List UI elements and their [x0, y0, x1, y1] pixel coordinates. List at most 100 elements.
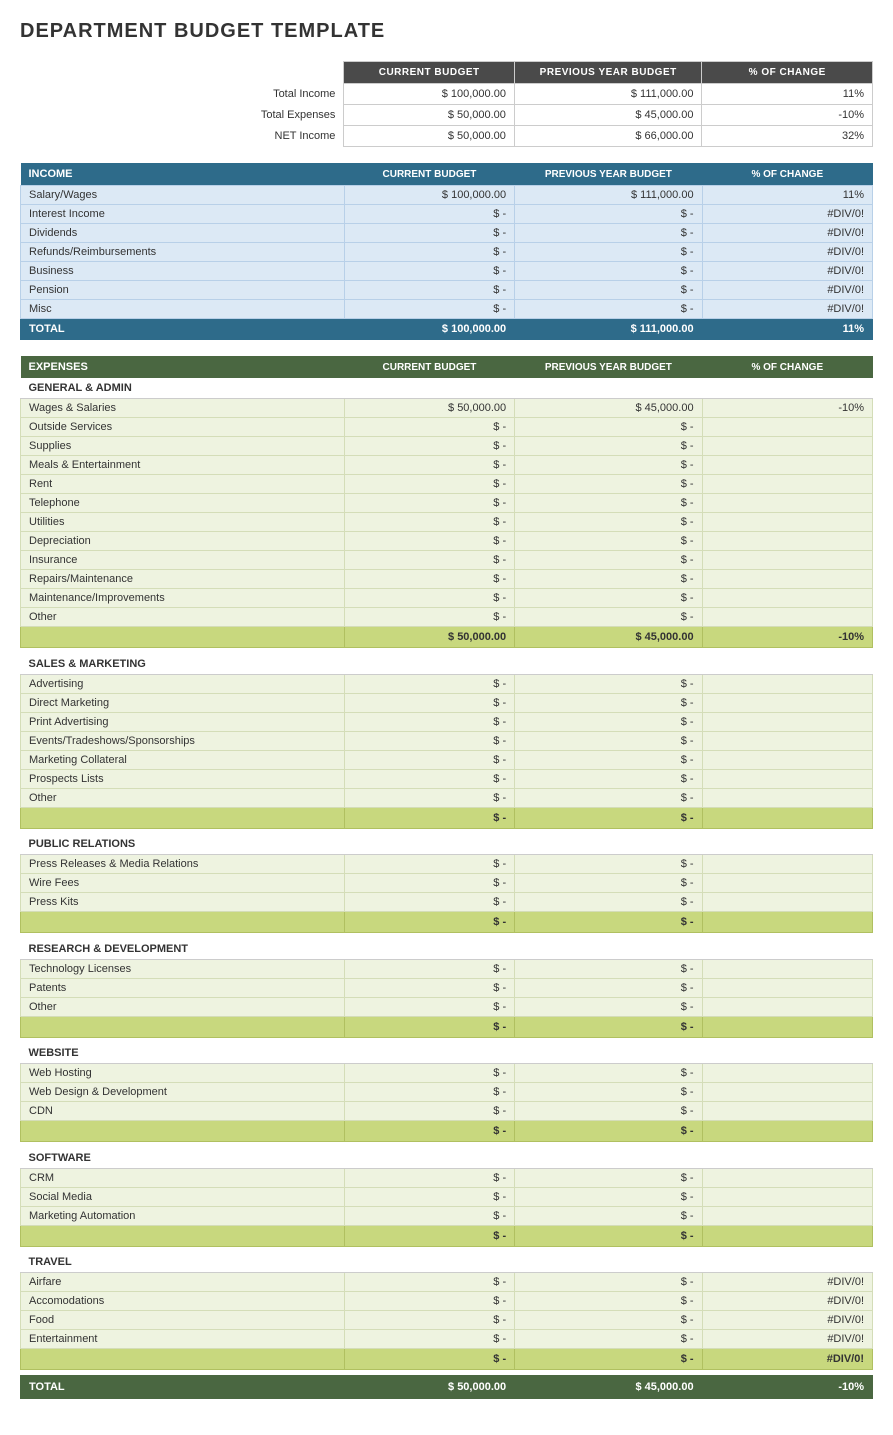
- income-total-row: TOTAL $ 100,000.00 $ 111,000.00 11%: [21, 319, 873, 340]
- expense-row-previous: $ 45,000.00: [515, 399, 702, 418]
- income-row-previous: $ -: [515, 243, 702, 262]
- expense-row-current: $ -: [344, 1273, 514, 1292]
- expenses-subsection-label: RESEARCH & DEVELOPMENT: [21, 939, 873, 960]
- income-row-label: Interest Income: [21, 205, 345, 224]
- expense-row-change: [702, 608, 872, 627]
- expense-row: Direct Marketing $ - $ -: [21, 693, 873, 712]
- summary-row-net: NET Income $ 50,000.00 $ 66,000.00 32%: [20, 126, 873, 147]
- income-row-label: Business: [21, 262, 345, 281]
- expense-subtotal-current: $ -: [344, 1121, 514, 1142]
- expense-row-label: Web Design & Development: [21, 1083, 345, 1102]
- expense-row-current: $ -: [344, 494, 514, 513]
- expense-subtotal-row: $ - $ -: [21, 1016, 873, 1037]
- income-total-label: TOTAL: [21, 319, 345, 340]
- expense-row-change: [702, 494, 872, 513]
- income-row-current: $ -: [344, 262, 514, 281]
- expense-row-current: $ -: [344, 513, 514, 532]
- expense-row-previous: $ -: [515, 475, 702, 494]
- expense-subtotal-label: [21, 1121, 345, 1142]
- expense-row: Press Releases & Media Relations $ - $ -: [21, 855, 873, 874]
- expense-subtotal-change: -10%: [702, 627, 872, 648]
- expense-row-label: Outside Services: [21, 418, 345, 437]
- expense-row: Outside Services $ - $ -: [21, 418, 873, 437]
- expense-subtotal-change: [702, 1016, 872, 1037]
- income-row-change: #DIV/0!: [702, 205, 872, 224]
- expense-row-previous: $ -: [515, 456, 702, 475]
- expense-row: Wages & Salaries $ 50,000.00 $ 45,000.00…: [21, 399, 873, 418]
- expense-row-label: Supplies: [21, 437, 345, 456]
- expense-row-current: $ -: [344, 750, 514, 769]
- expense-row-previous: $ -: [515, 1102, 702, 1121]
- expense-row-current: $ -: [344, 1330, 514, 1349]
- expense-subtotal-row: $ - $ - #DIV/0!: [21, 1349, 873, 1370]
- expense-row-previous: $ -: [515, 978, 702, 997]
- expense-row: Web Hosting $ - $ -: [21, 1064, 873, 1083]
- expense-row-previous: $ -: [515, 1330, 702, 1349]
- expenses-total-label: TOTAL: [21, 1376, 345, 1399]
- expense-subtotal-label: [21, 912, 345, 933]
- expense-row-previous: $ -: [515, 589, 702, 608]
- expense-row-label: Maintenance/Improvements: [21, 589, 345, 608]
- income-row-current: $ -: [344, 300, 514, 319]
- expense-subtotal-current: $ -: [344, 912, 514, 933]
- income-row-current: $ -: [344, 224, 514, 243]
- income-row-label: Pension: [21, 281, 345, 300]
- expense-row-label: Insurance: [21, 551, 345, 570]
- expense-row-previous: $ -: [515, 788, 702, 807]
- expense-row-current: $ -: [344, 959, 514, 978]
- expense-row-label: Prospects Lists: [21, 769, 345, 788]
- income-row-previous: $ -: [515, 300, 702, 319]
- expense-row-change: [702, 978, 872, 997]
- expenses-section-label: EXPENSES: [21, 356, 345, 378]
- expense-row-previous: $ -: [515, 513, 702, 532]
- income-row-previous: $ -: [515, 262, 702, 281]
- expense-row-previous: $ -: [515, 1083, 702, 1102]
- expense-row-label: Events/Tradeshows/Sponsorships: [21, 731, 345, 750]
- expense-row-current: $ -: [344, 1311, 514, 1330]
- expense-row-previous: $ -: [515, 731, 702, 750]
- expenses-subsection-header: RESEARCH & DEVELOPMENT: [21, 939, 873, 960]
- expense-row-current: $ -: [344, 1168, 514, 1187]
- income-row-label: Misc: [21, 300, 345, 319]
- expense-row-previous: $ -: [515, 893, 702, 912]
- expense-row-label: Repairs/Maintenance: [21, 570, 345, 589]
- expense-row-change: [702, 855, 872, 874]
- expense-row-previous: $ -: [515, 712, 702, 731]
- expense-row: Repairs/Maintenance $ - $ -: [21, 570, 873, 589]
- expenses-subsection-header: TRAVEL: [21, 1252, 873, 1273]
- expense-row-current: $ -: [344, 788, 514, 807]
- expense-row-previous: $ -: [515, 769, 702, 788]
- expense-subtotal-current: $ -: [344, 1225, 514, 1246]
- income-total-current: $ 100,000.00: [344, 319, 514, 340]
- income-row: Salary/Wages $ 100,000.00 $ 111,000.00 1…: [21, 186, 873, 205]
- expense-subtotal-change: [702, 1225, 872, 1246]
- expense-row-label: Entertainment: [21, 1330, 345, 1349]
- summary-table: CURRENT BUDGET PREVIOUS YEAR BUDGET % OF…: [20, 61, 873, 147]
- expense-row-label: Press Releases & Media Relations: [21, 855, 345, 874]
- expense-row-current: $ -: [344, 551, 514, 570]
- income-row-change: #DIV/0!: [702, 300, 872, 319]
- expense-row-change: [702, 1102, 872, 1121]
- income-row-current: $ -: [344, 243, 514, 262]
- expense-row-label: Other: [21, 997, 345, 1016]
- expenses-total-previous: $ 45,000.00: [515, 1376, 702, 1399]
- expense-row-change: -10%: [702, 399, 872, 418]
- expenses-subsection-label: WEBSITE: [21, 1043, 873, 1064]
- expense-row-current: $ -: [344, 1187, 514, 1206]
- expense-row: Wire Fees $ - $ -: [21, 874, 873, 893]
- expense-row: Prospects Lists $ - $ -: [21, 769, 873, 788]
- expense-row: CDN $ - $ -: [21, 1102, 873, 1121]
- income-col3: % OF CHANGE: [702, 163, 872, 186]
- expense-row-current: $ -: [344, 475, 514, 494]
- expense-row-label: Marketing Automation: [21, 1206, 345, 1225]
- expense-subtotal-change: #DIV/0!: [702, 1349, 872, 1370]
- income-col1: CURRENT BUDGET: [344, 163, 514, 186]
- expense-row-change: [702, 418, 872, 437]
- expense-row-label: Airfare: [21, 1273, 345, 1292]
- income-row-change: 11%: [702, 186, 872, 205]
- expense-subtotal-label: [21, 807, 345, 828]
- expense-row-label: Web Hosting: [21, 1064, 345, 1083]
- expense-row: Web Design & Development $ - $ -: [21, 1083, 873, 1102]
- expense-row: Social Media $ - $ -: [21, 1187, 873, 1206]
- expense-row-label: Meals & Entertainment: [21, 456, 345, 475]
